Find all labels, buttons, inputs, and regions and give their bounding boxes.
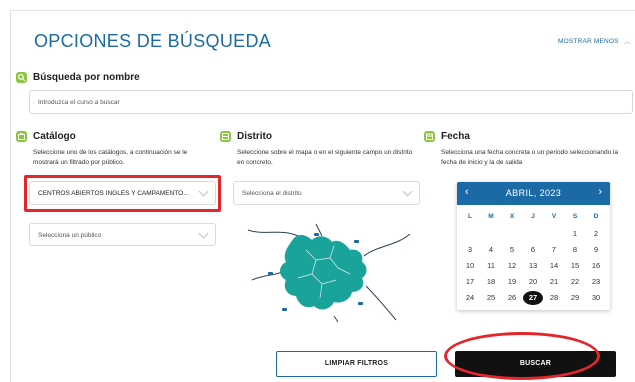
show-less-label: MOSTRAR MENOS <box>558 38 619 45</box>
calendar-weekday: X <box>509 213 515 220</box>
calendar-day[interactable]: 19 <box>502 275 522 289</box>
district-placeholder: Selecciona el distrito <box>242 190 302 197</box>
calendar-day[interactable]: 7 <box>544 243 564 257</box>
calendar-day[interactable]: 3 <box>460 243 480 257</box>
catalog-description: Seleccione uno de los catálogos, a conti… <box>33 149 188 166</box>
calendar-day[interactable]: 8 <box>565 243 585 257</box>
calendar-day[interactable]: 15 <box>565 259 585 273</box>
catalog-highlight-box <box>24 175 221 212</box>
catalog-icon <box>16 131 27 142</box>
audience-placeholder: Selecciona un público <box>38 232 102 239</box>
calendar-weekday: D <box>593 213 599 220</box>
calendar-day[interactable]: 5 <box>502 243 522 257</box>
district-title: Distrito <box>237 131 272 142</box>
calendar-day[interactable]: 1 <box>565 227 585 241</box>
calendar-day[interactable]: 9 <box>586 243 606 257</box>
calendar-day-selected[interactable]: 27 <box>523 291 543 305</box>
calendar-day[interactable]: 22 <box>565 275 585 289</box>
page-title: OPCIONES DE BÚSQUEDA <box>34 31 272 51</box>
course-search-placeholder: Introduzca el curso a buscar <box>38 99 120 106</box>
map-districts <box>280 234 367 310</box>
calendar-day[interactable]: 18 <box>481 275 501 289</box>
calendar-icon <box>424 131 435 142</box>
calendar-day[interactable]: 10 <box>460 259 480 273</box>
calendar-day[interactable]: 12 <box>502 259 522 273</box>
calendar-day[interactable]: 20 <box>523 275 543 289</box>
calendar-day[interactable]: 17 <box>460 275 480 289</box>
date-calendar: ‹ ABRIL, 2023 › LMXJVSD 1 2 3 4 5 6 7 8 9 10 11 12 1… <box>457 182 610 310</box>
chevron-down-icon <box>402 186 413 197</box>
calendar-day[interactable]: 29 <box>565 291 585 305</box>
calendar-day[interactable]: 11 <box>481 259 501 273</box>
calendar-header: ‹ ABRIL, 2023 › <box>457 182 610 205</box>
calendar-weekday: S <box>572 213 578 220</box>
catalog-title: Catálogo <box>33 131 76 142</box>
district-icon <box>220 131 231 142</box>
audience-select[interactable]: Selecciona un público <box>29 223 216 246</box>
district-description: Seleccione sobre el mapa o en el siguien… <box>237 149 413 166</box>
calendar-day[interactable]: 30 <box>586 291 606 305</box>
district-map[interactable] <box>246 216 412 322</box>
chevron-down-icon <box>198 228 209 238</box>
calendar-day[interactable]: 26 <box>502 291 522 305</box>
course-search-input[interactable]: Introduzca el curso a buscar <box>29 90 633 114</box>
arrow-right-icon[interactable]: › <box>598 186 602 198</box>
search-icon <box>16 72 27 83</box>
calendar-day[interactable]: 16 <box>586 259 606 273</box>
calendar-day[interactable]: 25 <box>481 291 501 305</box>
district-select[interactable]: Selecciona el distrito <box>233 181 420 205</box>
calendar-weekday: M <box>488 213 494 220</box>
calendar-day[interactable]: 14 <box>544 259 564 273</box>
calendar-month-label: ABRIL, 2023 <box>505 188 562 198</box>
calendar-day[interactable]: 28 <box>544 291 564 305</box>
calendar-day[interactable]: 2 <box>586 227 606 241</box>
calendar-day[interactable]: 4 <box>481 243 501 257</box>
calendar-day[interactable]: 23 <box>586 275 606 289</box>
name-search-title: Búsqueda por nombre <box>33 72 140 83</box>
calendar-weekday: V <box>551 213 557 220</box>
calendar-weekday: J <box>531 213 535 220</box>
show-less-toggle[interactable]: MOSTRAR MENOS ︿ <box>558 38 631 45</box>
calendar-day[interactable]: 6 <box>523 243 543 257</box>
search-highlight-ellipse <box>444 332 600 380</box>
calendar-day[interactable]: 13 <box>523 259 543 273</box>
calendar-weekday: L <box>468 213 472 220</box>
date-description: Selecciona una fecha concreta o un perio… <box>441 149 619 166</box>
date-title: Fecha <box>441 131 470 142</box>
calendar-day[interactable]: 21 <box>544 275 564 289</box>
calendar-day[interactable]: 24 <box>460 291 480 305</box>
chevron-up-icon: ︿ <box>624 38 632 45</box>
clear-filters-button[interactable]: LIMPIAR FILTROS <box>276 351 437 377</box>
